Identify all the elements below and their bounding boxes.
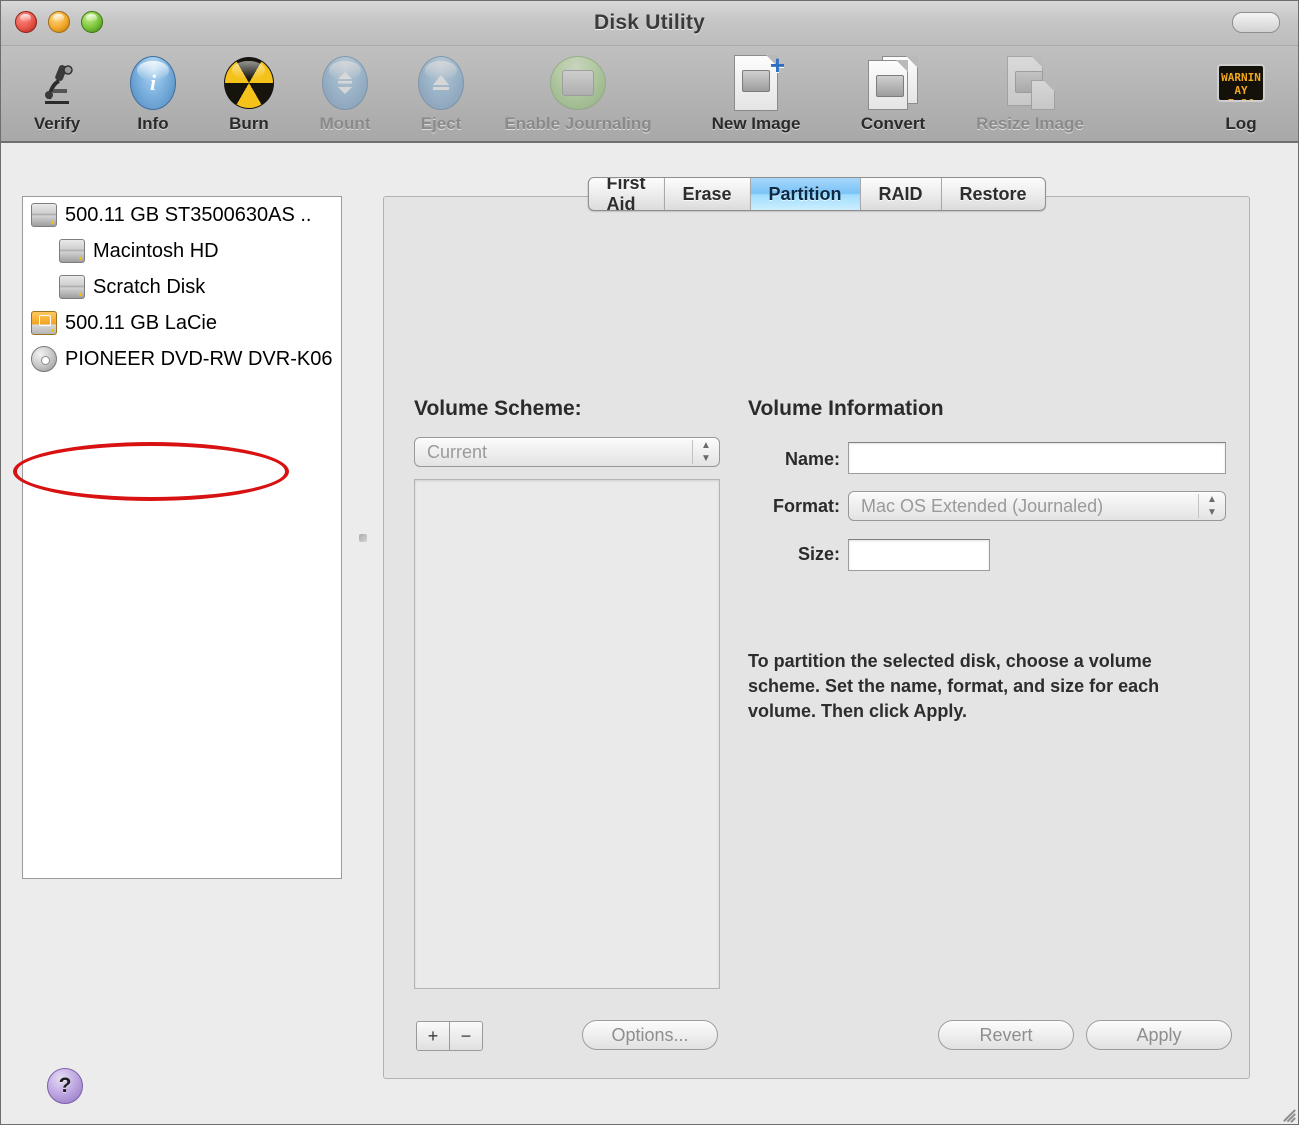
toolbar-button-info[interactable]: i Info bbox=[105, 46, 201, 134]
format-popup[interactable]: Mac OS Extended (Journaled) ▲ ▼ bbox=[848, 491, 1226, 521]
toolbar-button-new-image[interactable]: + New Image bbox=[667, 46, 845, 134]
toolbar-button-mount[interactable]: Mount bbox=[297, 46, 393, 134]
burn-radioactive-icon bbox=[201, 54, 297, 112]
eject-icon bbox=[393, 54, 489, 112]
toolbar-button-convert[interactable]: Convert bbox=[845, 46, 941, 134]
external-disk-icon bbox=[31, 311, 57, 335]
toolbar-label-new-image: New Image bbox=[711, 114, 801, 133]
tab-restore[interactable]: Restore bbox=[942, 178, 1045, 210]
toolbar-label-mount: Mount bbox=[319, 114, 371, 133]
toolbar-button-eject[interactable]: Eject bbox=[393, 46, 489, 134]
toolbar-label-convert: Convert bbox=[860, 114, 926, 133]
disk-utility-window: Disk Utility Verify i Info Burn Mount Ej… bbox=[0, 0, 1299, 1125]
hard-disk-icon bbox=[31, 203, 57, 227]
window-title: Disk Utility bbox=[594, 11, 705, 34]
chevron-updown-icon: ▲ ▼ bbox=[1207, 494, 1217, 518]
toolbar-label-enable-journaling: Enable Journaling bbox=[504, 114, 652, 133]
volume-information-title: Volume Information bbox=[748, 397, 944, 420]
disk-list-item-lacie[interactable]: 500.11 GB LaCie bbox=[23, 305, 341, 341]
disk-list-item-label: Scratch Disk bbox=[93, 275, 206, 298]
eject-arrow-icon-svg bbox=[433, 75, 449, 90]
info-icon: i bbox=[105, 54, 201, 112]
optical-disc-icon bbox=[31, 346, 57, 372]
add-partition-button[interactable]: + bbox=[417, 1022, 450, 1050]
partition-list[interactable] bbox=[414, 479, 720, 989]
disk-list-item-pioneer-dvd[interactable]: PIONEER DVD-RW DVR-K06 bbox=[23, 341, 341, 377]
size-input[interactable] bbox=[848, 539, 990, 571]
tab-erase[interactable]: Erase bbox=[664, 178, 751, 210]
partition-description: To partition the selected disk, choose a… bbox=[748, 651, 1160, 721]
partition-panel: First Aid Erase Partition RAID Restore V… bbox=[383, 177, 1250, 1079]
volume-scheme-popup-value: Current bbox=[427, 441, 488, 462]
volume-icon bbox=[59, 239, 85, 263]
disk-list-item-label: 500.11 GB ST3500630AS .. bbox=[65, 203, 312, 226]
title-bar: Disk Utility bbox=[1, 1, 1298, 46]
disk-list[interactable]: 500.11 GB ST3500630AS .. Macintosh HD Sc… bbox=[22, 196, 342, 879]
toolbar-button-resize-image[interactable]: Resize Image bbox=[941, 46, 1119, 134]
mount-arrows-icon-svg bbox=[338, 72, 352, 94]
journaling-disk-icon bbox=[489, 54, 667, 112]
resize-image-icon bbox=[941, 54, 1119, 112]
split-view-grip[interactable] bbox=[359, 533, 367, 542]
mount-icon bbox=[297, 54, 393, 112]
content-area: 500.11 GB ST3500630AS .. Macintosh HD Sc… bbox=[1, 143, 1298, 1124]
microscope-icon bbox=[9, 54, 105, 112]
toolbar-label-verify: Verify bbox=[33, 114, 81, 133]
volume-scheme-popup[interactable]: Current ▲ ▼ bbox=[414, 437, 720, 467]
toolbar-button-burn[interactable]: Burn bbox=[201, 46, 297, 134]
toolbar-label-eject: Eject bbox=[420, 114, 462, 133]
tab-first-aid[interactable]: First Aid bbox=[588, 178, 665, 210]
toolbar-label-log: Log bbox=[1225, 114, 1257, 133]
format-label: Format: bbox=[773, 496, 840, 516]
toolbar-button-verify[interactable]: Verify bbox=[9, 46, 105, 134]
new-image-icon: + bbox=[667, 52, 845, 112]
popup-separator bbox=[1198, 494, 1199, 518]
disk-list-item-label: Macintosh HD bbox=[93, 239, 219, 262]
apply-button[interactable]: Apply bbox=[1086, 1020, 1232, 1050]
resize-grip[interactable] bbox=[1277, 1103, 1296, 1123]
revert-button[interactable]: Revert bbox=[938, 1020, 1074, 1050]
toolbar-label-resize-image: Resize Image bbox=[976, 114, 1084, 133]
convert-icon bbox=[845, 54, 941, 112]
disk-list-item-label: PIONEER DVD-RW DVR-K06 bbox=[65, 347, 333, 370]
disk-list-item-label: 500.11 GB LaCie bbox=[65, 311, 217, 334]
microscope-icon-svg bbox=[45, 64, 73, 104]
tab-partition[interactable]: Partition bbox=[750, 178, 861, 210]
toolbar-label-burn: Burn bbox=[229, 114, 269, 133]
toolbar-button-log[interactable]: WARNIN AY 7:36 Log bbox=[1198, 46, 1284, 134]
volume-icon bbox=[59, 275, 85, 299]
help-button[interactable]: ? bbox=[47, 1068, 83, 1104]
toolbar-button-enable-journaling[interactable]: Enable Journaling bbox=[489, 46, 667, 134]
tab-bar: First Aid Erase Partition RAID Restore bbox=[587, 177, 1046, 211]
partition-add-remove-segmented: + − bbox=[416, 1021, 483, 1051]
toolbar-toggle-button[interactable] bbox=[1232, 12, 1280, 33]
format-popup-value: Mac OS Extended (Journaled) bbox=[861, 495, 1104, 516]
disk-list-item-macintosh-hd[interactable]: Macintosh HD bbox=[23, 233, 341, 269]
options-button[interactable]: Options... bbox=[582, 1020, 718, 1050]
log-lcd-line2: AY 7:36 bbox=[1228, 84, 1255, 100]
log-lcd-icon: WARNIN AY 7:36 bbox=[1198, 54, 1284, 112]
name-input[interactable] bbox=[848, 442, 1226, 474]
toolbar: Verify i Info Burn Mount Eject Enable Jo… bbox=[1, 46, 1298, 143]
name-label: Name: bbox=[784, 449, 840, 469]
disk-list-item-scratch-disk[interactable]: Scratch Disk bbox=[23, 269, 341, 305]
toolbar-items: Verify i Info Burn Mount Eject Enable Jo… bbox=[9, 46, 1119, 134]
log-lcd-line1: WARNIN bbox=[1221, 71, 1261, 84]
volume-scheme-title: Volume Scheme: bbox=[414, 397, 582, 420]
disk-list-item-st3500630as[interactable]: 500.11 GB ST3500630AS .. bbox=[23, 197, 341, 233]
tab-raid[interactable]: RAID bbox=[861, 178, 942, 210]
remove-partition-button[interactable]: − bbox=[450, 1022, 482, 1050]
split-view-divider[interactable] bbox=[351, 196, 375, 879]
toolbar-label-info: Info bbox=[137, 114, 169, 133]
size-label: Size: bbox=[797, 544, 840, 564]
